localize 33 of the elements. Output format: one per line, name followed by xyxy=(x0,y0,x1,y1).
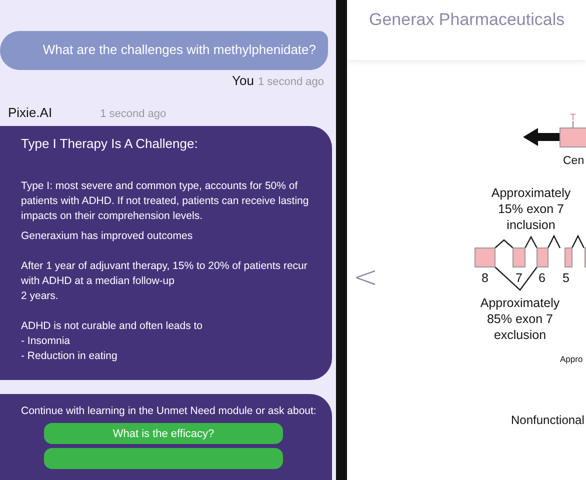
exon-number: 5 xyxy=(562,271,570,285)
inclusion-label: Approximately 15% exon 7 inclusion xyxy=(491,186,571,232)
suggestion-button[interactable] xyxy=(44,448,283,469)
suggestion-button[interactable]: What is the efficacy? xyxy=(44,423,283,444)
side-label: Appro xyxy=(560,354,583,364)
exon-box xyxy=(512,248,526,268)
exclusion-label: Approximately 85% exon 7 exclusion xyxy=(480,296,560,342)
arrow-icon xyxy=(523,128,560,146)
sender-name: Pixie.AI xyxy=(8,105,52,120)
previous-button[interactable]: < xyxy=(353,261,378,295)
exon-number: 7 xyxy=(516,271,522,285)
exon-box xyxy=(474,248,496,268)
marker-label: T xyxy=(570,112,576,122)
answer-text: Type I: most severe and common type, accounts for 50% of patients with ADHD. If not treated, patients can receive lasting impacts on their comprehension levels. xyxy=(21,179,310,224)
exon-number: 6 xyxy=(538,271,546,285)
answer-text: After 1 year of adjuvant therapy, 15% to 20% of patients recur with ADHD at a median follow-up 2 years. xyxy=(21,259,308,304)
header-title: Generax Pharmaceuticals xyxy=(369,10,565,31)
sender-name: You xyxy=(232,73,254,88)
followup-text: Continue with learning in the Unmet Need module or ask about: xyxy=(21,404,318,419)
list-item: - Reduction in eating xyxy=(21,349,118,364)
list-item: - Insomnia xyxy=(21,334,72,349)
answer-text: ADHD is not curable and often leads to xyxy=(21,319,204,334)
answer-title: Type I Therapy Is A Challenge: xyxy=(21,136,199,151)
exon-number: 8 xyxy=(482,271,488,285)
exon-box xyxy=(536,248,548,268)
timestamp: 1 second ago xyxy=(258,76,324,88)
question-bubble: What are the challenges with methylphenidate? xyxy=(0,31,328,70)
gene-box xyxy=(560,128,586,148)
gene-label: Cen xyxy=(563,155,584,167)
product-label: Nonfunctional xyxy=(511,413,584,427)
timestamp: 1 second ago xyxy=(100,108,166,120)
exon-box xyxy=(564,248,572,268)
answer-text: Generaxium has improved outcomes xyxy=(21,229,194,244)
